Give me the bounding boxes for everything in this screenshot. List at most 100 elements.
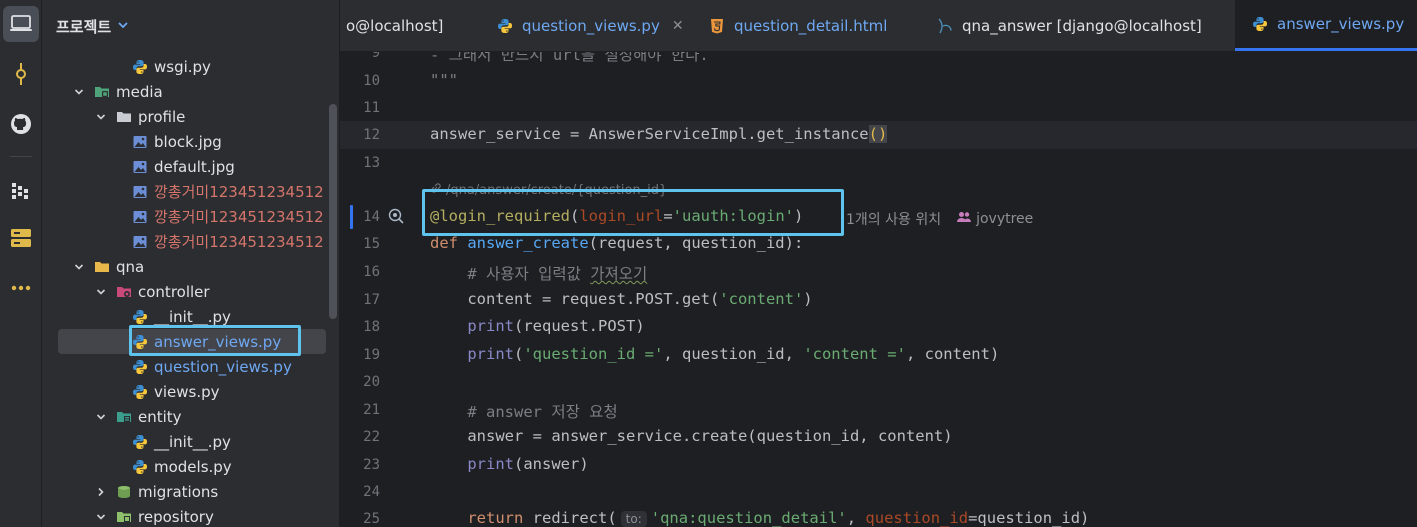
vcs-change-marker[interactable] <box>350 205 353 229</box>
project-panel-header[interactable]: 프로젝트 <box>56 14 129 38</box>
line-number: 16 <box>363 264 380 280</box>
editor-tab[interactable]: qna_answer [django@localhost] <box>920 0 1234 51</box>
code-line-16: # 사용자 입력값 가져오기 <box>467 265 648 283</box>
tree-item[interactable]: media <box>58 79 326 104</box>
python-icon <box>132 384 148 400</box>
tree-item-label: question_views.py <box>154 357 292 376</box>
resources-folder-icon <box>94 84 110 100</box>
chevron-down-icon[interactable] <box>94 410 108 424</box>
image-icon <box>132 234 148 250</box>
close-icon[interactable]: ✕ <box>672 18 684 34</box>
code-editor[interactable]: 9 10 11 12 13 14 15 16 17 18 19 20 21 22 23 24 25 - 그래서 … <box>340 52 1417 527</box>
python-icon <box>132 459 148 475</box>
line-number: 21 <box>363 402 380 418</box>
code-line-9: - 그래서 반드시 url을 설정해야 한다. <box>430 52 709 64</box>
tree-item[interactable]: wsgi.py <box>58 54 326 79</box>
more-icon[interactable] <box>3 270 39 306</box>
migrations-folder-icon <box>116 484 132 500</box>
tree-item[interactable]: default.jpg <box>58 154 326 179</box>
code-line-14: @login_required(login_url='uauth:login') <box>430 207 804 225</box>
line-number: 13 <box>363 155 380 171</box>
line-number: 9 <box>371 52 380 61</box>
line-number: 25 <box>363 511 380 527</box>
python-icon <box>1251 15 1269 33</box>
tree-item[interactable]: migrations <box>58 479 326 504</box>
endpoint-url-hint[interactable]: /qna/answer/create/{question_id} <box>430 182 667 198</box>
tree-item-label: profile <box>138 107 186 126</box>
repository-folder-icon <box>116 509 132 525</box>
tree-item[interactable]: models.py <box>58 454 326 479</box>
code-line-12: answer_service = AnswerServiceImpl.get_i… <box>430 125 888 143</box>
code-line-22: answer = answer_service.create(question_… <box>467 427 953 445</box>
line-number: 10 <box>363 73 380 89</box>
entity-folder-icon <box>116 409 132 425</box>
project-panel: 프로젝트 wsgi.py media profile block.jpg default… <box>42 0 340 527</box>
endpoint-gutter-icon[interactable] <box>388 208 404 228</box>
code-line-21: # answer 저장 요청 <box>467 403 618 421</box>
tree-item-label: controller <box>138 282 210 301</box>
chevron-down-icon[interactable] <box>72 260 86 274</box>
line-number: 15 <box>363 236 380 252</box>
github-icon[interactable] <box>3 106 39 142</box>
python-icon <box>132 309 148 325</box>
python-icon <box>132 59 148 75</box>
tree-item-label: block.jpg <box>154 132 222 151</box>
activity-separator <box>10 156 32 157</box>
python-icon <box>132 434 148 450</box>
structure-icon[interactable] <box>3 172 39 208</box>
author-hint[interactable]: jovytree <box>957 211 1033 227</box>
tree-item-label: repository <box>138 507 214 526</box>
tree-item[interactable]: question_views.py <box>58 354 326 379</box>
tree-item-label: qna <box>116 257 145 276</box>
tree-item[interactable]: answer_views.py <box>58 329 326 354</box>
tree-item[interactable]: repository <box>58 504 326 527</box>
project-panel-title: 프로젝트 <box>56 17 112 36</box>
tree-item-label: __init__.py <box>154 432 231 451</box>
tree-item[interactable]: __init__.py <box>58 429 326 454</box>
chevron-right-icon[interactable] <box>94 485 108 499</box>
tree-item[interactable]: qna <box>58 254 326 279</box>
tree-item-label: migrations <box>138 482 219 501</box>
tree-item-label: 깡총거미123451234512 <box>154 233 324 251</box>
line-number: 11 <box>363 100 380 116</box>
editor-tab[interactable]: question_detail.html <box>692 0 920 51</box>
tree-item-label: views.py <box>154 382 220 401</box>
image-icon <box>132 184 148 200</box>
chevron-down-icon[interactable] <box>94 110 108 124</box>
tree-item[interactable]: 깡총거미123451234512 <box>58 179 326 204</box>
usage-count[interactable]: 1개의 사용 위치 <box>846 209 941 229</box>
tree-item[interactable]: controller <box>58 279 326 304</box>
services-icon[interactable] <box>3 220 39 256</box>
tree-item[interactable]: views.py <box>58 379 326 404</box>
tab-label: answer_views.py <box>1277 15 1405 33</box>
tree-item[interactable]: __init__.py <box>58 304 326 329</box>
commit-icon[interactable] <box>3 56 39 92</box>
editor-tab[interactable]: o@localhost] <box>340 0 480 51</box>
tab-label: question_views.py <box>522 16 660 35</box>
editor-tab[interactable]: answer_views.py <box>1235 0 1417 51</box>
tree-item[interactable]: 깡총거미123451234512 <box>58 229 326 254</box>
usage-hint[interactable]: 1개의 사용 위치 jovytree <box>846 209 1033 229</box>
tree-item[interactable]: entity <box>58 404 326 429</box>
tree-item-label: 깡총거미123451234512 <box>154 183 324 201</box>
tree-item[interactable]: profile <box>58 104 326 129</box>
tree-item[interactable]: block.jpg <box>58 129 326 154</box>
line-number: 22 <box>363 429 380 445</box>
chevron-down-icon[interactable] <box>94 285 108 299</box>
database-console-icon <box>936 17 954 35</box>
image-icon <box>132 209 148 225</box>
chevron-down-icon[interactable] <box>94 510 108 524</box>
code-line-18: print(request.POST) <box>467 317 645 335</box>
chevron-down-icon[interactable] <box>72 85 86 99</box>
python-icon <box>496 17 514 35</box>
tree-item[interactable]: 깡총거미123451234512 <box>58 204 326 229</box>
project-icon[interactable] <box>3 6 39 42</box>
link-icon <box>430 182 442 198</box>
line-number: 23 <box>363 457 380 473</box>
code-line-17: content = request.POST.get('content') <box>467 290 813 308</box>
editor-tab[interactable]: question_views.py ✕ <box>480 0 692 51</box>
chevron-down-icon[interactable] <box>117 17 129 35</box>
folder-icon <box>116 109 132 125</box>
scrollbar-thumb[interactable] <box>329 104 337 319</box>
code-line-10: """ <box>430 71 458 89</box>
